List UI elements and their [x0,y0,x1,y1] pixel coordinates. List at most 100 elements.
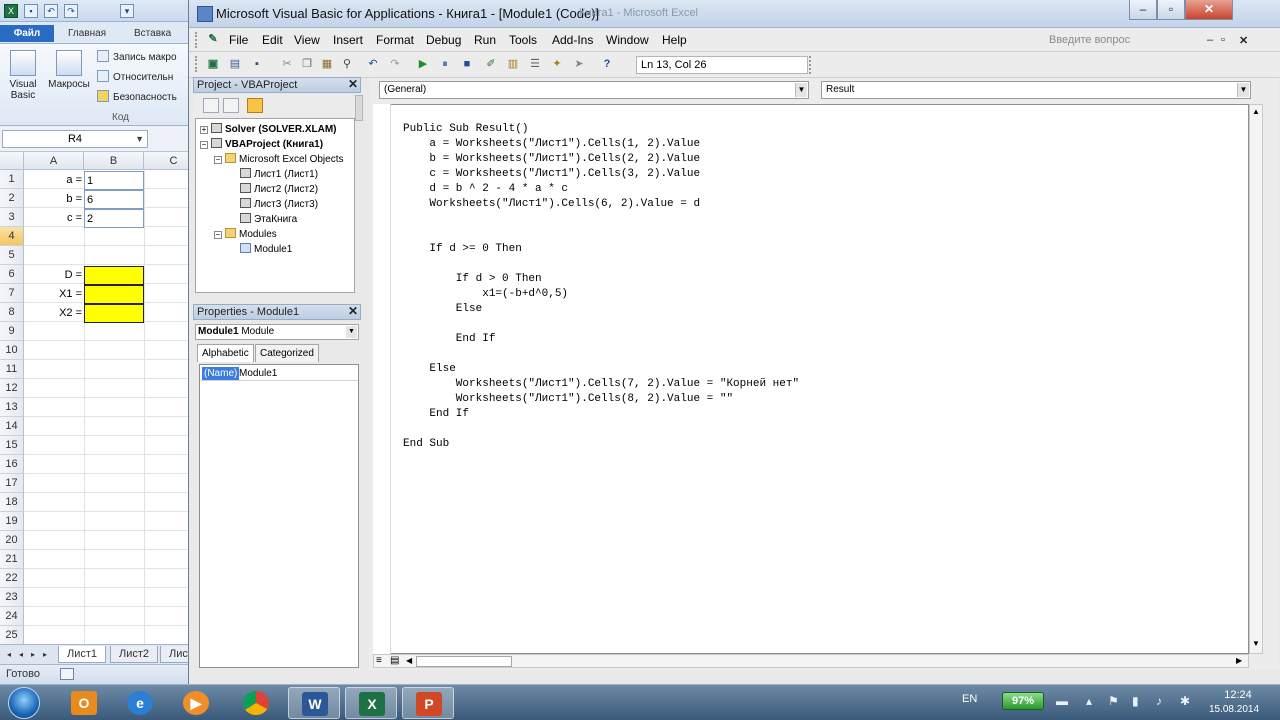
scroll-down-icon[interactable]: ▼ [1252,639,1260,648]
excel-view-icon[interactable]: ✎ [205,31,221,47]
macros-button[interactable]: Макросы [48,50,90,90]
next-sheet-icon[interactable]: ▸ [28,649,38,660]
row-header[interactable]: 15 [0,436,24,455]
tree-node-sheet3[interactable]: Лист3 (Лист3) [240,197,318,212]
redo-icon[interactable]: ↷ [387,56,403,72]
code-line[interactable] [403,422,799,437]
row-header[interactable]: 24 [0,607,24,626]
paste-icon[interactable]: ▦ [319,56,335,72]
properties-object-select[interactable]: Module1 Module ▼ [195,324,359,340]
menu-insert[interactable]: Insert [333,33,363,47]
tab-file[interactable]: Файл [0,25,54,42]
row-header[interactable]: 5 [0,246,24,265]
doc-restore-icon[interactable]: ▫ [1221,34,1225,46]
chevron-down-icon[interactable]: ▼ [1237,83,1249,97]
insert-module-icon[interactable]: ▤ [227,56,243,72]
cell-a2[interactable]: b = [24,190,84,209]
undo-icon[interactable]: ↶ [365,56,381,72]
menu-file[interactable]: File [229,33,248,47]
full-module-view-icon[interactable]: ▤ [390,655,399,667]
prev-sheet-icon[interactable]: ◂ [16,649,26,660]
tree-node-sheet2[interactable]: Лист2 (Лист2) [240,182,318,197]
taskbar-media-player[interactable]: ▶ [170,687,222,719]
code-line[interactable]: End If [403,332,799,347]
tree-node-excel-objects[interactable]: − Microsoft Excel Objects [214,152,343,167]
code-line[interactable]: Worksheets("Лист1").Cells(8, 2).Value = … [403,392,799,407]
maximize-icon[interactable]: ▫ [1157,0,1185,20]
procedure-view-icon[interactable]: ≡ [376,655,382,667]
row-header[interactable]: 1 [0,170,24,189]
record-macro-button[interactable]: Запись макро [97,50,177,64]
code-line[interactable] [403,257,799,272]
save-icon[interactable]: ▪ [24,4,38,18]
taskbar-powerpoint[interactable]: P [402,687,454,719]
row-header[interactable]: 23 [0,588,24,607]
row-header[interactable]: 4 [0,227,24,246]
code-horizontal-scrollbar[interactable]: ≡ ▤ ◀ ▶ [373,654,1249,668]
relative-refs-button[interactable]: Относительн [97,70,173,84]
row-header[interactable]: 12 [0,379,24,398]
code-line[interactable]: End Sub [403,437,799,452]
tray-expand-icon[interactable]: ▴ [1086,694,1092,708]
taskbar-chrome[interactable] [230,687,282,719]
design-mode-icon[interactable]: ✐ [483,56,499,72]
column-header-c[interactable]: C [144,152,190,170]
update-icon[interactable]: ✱ [1180,694,1190,708]
row-header[interactable]: 13 [0,398,24,417]
view-object-icon[interactable] [223,98,239,113]
collapse-icon[interactable]: − [200,141,208,149]
code-line[interactable]: Worksheets("Лист1").Cells(7, 2).Value = … [403,377,799,392]
row-header[interactable]: 6 [0,265,24,284]
flag-icon[interactable]: ⚑ [1108,694,1119,708]
taskbar-outlook[interactable]: O [58,687,110,719]
cut-icon[interactable]: ✂ [279,56,295,72]
cell-a7[interactable]: X1 = [24,285,84,304]
chevron-down-icon[interactable]: ▼ [135,131,144,147]
row-header[interactable]: 17 [0,474,24,493]
cell-b2[interactable]: 6 [84,190,144,209]
vba-title-bar[interactable]: Microsoft Visual Basic for Applications … [189,0,1280,28]
code-line[interactable]: Else [403,362,799,377]
macro-record-icon[interactable] [60,668,74,680]
row-header[interactable]: 19 [0,512,24,531]
tab-categorized[interactable]: Categorized [255,344,319,362]
column-header-b[interactable]: B [84,152,144,170]
help-icon[interactable]: ? [599,56,615,72]
save-icon[interactable]: ▪ [249,56,265,72]
row-header[interactable]: 20 [0,531,24,550]
menu-format[interactable]: Format [376,33,414,47]
copy-icon[interactable]: ❐ [299,56,315,72]
project-scrollbar[interactable] [355,95,363,121]
cell-a3[interactable]: c = [24,209,84,228]
sheet-tab-3[interactable]: Лис [160,646,190,663]
code-text[interactable]: Public Sub Result() a = Worksheets("Лист… [403,122,799,452]
scroll-thumb[interactable] [416,656,512,667]
doc-close-icon[interactable]: ✕ [1239,34,1248,47]
battery-indicator[interactable]: 97% [1002,692,1044,710]
toolbar-grip[interactable] [195,56,199,72]
undo-icon[interactable]: ↶ [44,4,58,18]
menu-debug[interactable]: Debug [426,33,461,47]
code-line[interactable]: b = Worksheets("Лист1").Cells(2, 2).Valu… [403,152,799,167]
collapse-icon[interactable]: − [214,231,222,239]
properties-window-icon[interactable]: ☰ [527,56,543,72]
code-line[interactable] [403,227,799,242]
first-sheet-icon[interactable]: ◂ [4,649,14,660]
expand-icon[interactable]: + [200,126,208,134]
row-header[interactable]: 11 [0,360,24,379]
code-line[interactable]: a = Worksheets("Лист1").Cells(1, 2).Valu… [403,137,799,152]
clock-time[interactable]: 12:24 [1208,689,1268,701]
tree-node-module1[interactable]: Module1 [240,242,292,257]
menu-run[interactable]: Run [474,33,496,47]
code-line[interactable]: c = Worksheets("Лист1").Cells(3, 2).Valu… [403,167,799,182]
menu-help[interactable]: Help [662,33,687,47]
close-icon[interactable]: ✕ [348,78,358,91]
cell-a8[interactable]: X2 = [24,304,84,323]
sheet-tab-1[interactable]: Лист1 [58,646,107,663]
row-header[interactable]: 22 [0,569,24,588]
menu-window[interactable]: Window [606,33,649,47]
doc-minimize-icon[interactable]: – [1207,34,1213,46]
object-select[interactable]: (General) ▼ [379,81,809,99]
code-line[interactable]: If d > 0 Then [403,272,799,287]
clock-date[interactable]: 15.08.2014 [1200,704,1268,715]
